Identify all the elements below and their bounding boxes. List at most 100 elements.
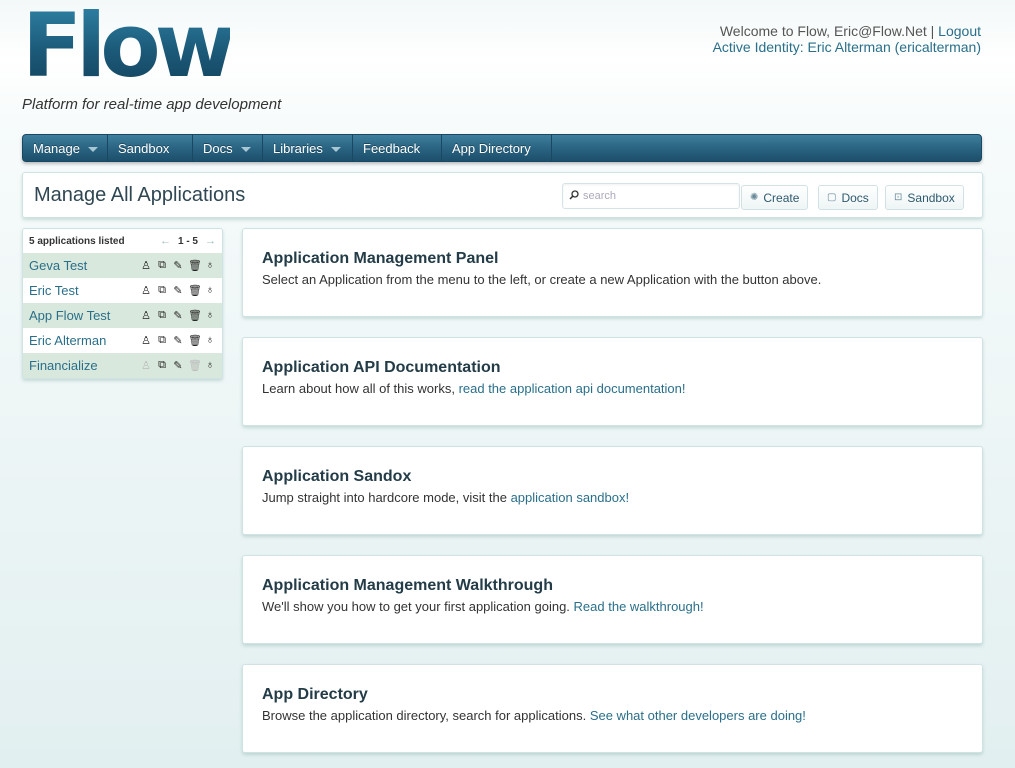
row-actions: ♙ ⧉ ✎ 🗑 ♁	[140, 309, 216, 322]
user-icon[interactable]: ♙	[140, 284, 152, 297]
lightbulb-icon[interactable]: ♁	[204, 309, 216, 322]
nav-manage[interactable]: Manage	[23, 135, 108, 161]
sandbox-link[interactable]: application sandbox!	[511, 490, 630, 505]
panel-title: Application Management Panel	[262, 250, 499, 267]
tagline: Platform for real-time app development	[22, 96, 282, 113]
nav-libraries[interactable]: Libraries	[263, 135, 353, 161]
lightbulb-icon[interactable]: ♁	[204, 259, 216, 272]
app-name[interactable]: Financialize	[29, 358, 140, 373]
panel-body: We'll show you how to get your first app…	[262, 599, 574, 614]
panel-body: Browse the application directory, search…	[262, 708, 590, 723]
user-icon[interactable]: ♙	[140, 334, 152, 347]
book-icon: ▢	[827, 192, 837, 203]
panel-body: Select an Application from the menu to t…	[262, 272, 822, 287]
nav-docs-label: Docs	[203, 140, 233, 156]
app-name[interactable]: Eric Alterman	[29, 333, 140, 348]
user-icon[interactable]: ♙	[140, 259, 152, 272]
edit-icon[interactable]: ✎	[172, 334, 184, 347]
list-item[interactable]: Financialize ♙ ⧉ ✎ 🗑 ♁	[23, 353, 222, 378]
row-actions: ♙ ⧉ ✎ 🗑 ♁	[140, 259, 216, 272]
nav-feedback-label: Feedback	[363, 140, 421, 156]
panel-body: Jump straight into hardcore mode, visit …	[262, 490, 511, 505]
copy-icon[interactable]: ⧉	[156, 284, 168, 297]
copy-icon[interactable]: ⧉	[156, 359, 168, 372]
copy-icon[interactable]: ⧉	[156, 334, 168, 347]
search-input[interactable]	[583, 190, 733, 202]
gear-icon: ✺	[750, 192, 759, 203]
nav-sandbox-label: Sandbox	[118, 140, 170, 156]
panel-text: We'll show you how to get your first app…	[262, 599, 963, 615]
docs-label: Docs	[841, 190, 869, 205]
panel-app-directory: App Directory Browse the application dir…	[242, 664, 983, 753]
nav-app-directory[interactable]: App Directory	[442, 135, 552, 161]
chevron-down-icon	[330, 146, 341, 152]
api-docs-link[interactable]: read the application api documentation!	[459, 381, 686, 396]
search-icon	[569, 187, 579, 205]
list-item[interactable]: Eric Test ♙ ⧉ ✎ 🗑 ♁	[23, 278, 222, 303]
chevron-down-icon	[240, 146, 251, 152]
edit-icon[interactable]: ✎	[172, 284, 184, 297]
create-button[interactable]: ✺ Create	[741, 185, 809, 210]
nav-feedback[interactable]: Feedback	[353, 135, 442, 161]
panel-title: Application API Documentation	[262, 359, 501, 376]
sandbox-label: Sandbox	[907, 190, 955, 205]
user-icon[interactable]: ♙	[140, 309, 152, 322]
nav-manage-label: Manage	[33, 140, 80, 156]
panel-body: Learn about how all of this works,	[262, 381, 459, 396]
next-arrow-icon[interactable]: →	[205, 235, 216, 247]
panel-api-docs: Application API Documentation Learn abou…	[242, 337, 983, 426]
page-title: Manage All Applications	[34, 184, 246, 206]
create-label: Create	[763, 190, 800, 205]
app-name[interactable]: Geva Test	[29, 258, 140, 273]
copy-icon[interactable]: ⧉	[156, 259, 168, 272]
nav-app-directory-label: App Directory	[452, 140, 531, 156]
row-actions: ♙ ⧉ ✎ 🗑 ♁	[140, 359, 216, 372]
title-bar: Manage All Applications ✺ Create ▢ Docs …	[22, 172, 983, 218]
nav-docs[interactable]: Docs	[193, 135, 263, 161]
prev-arrow-icon[interactable]: ←	[160, 235, 171, 247]
nav-sandbox[interactable]: Sandbox	[108, 135, 193, 161]
trash-icon[interactable]: 🗑	[188, 284, 202, 297]
docs-button[interactable]: ▢ Docs	[818, 185, 878, 210]
app-name[interactable]: App Flow Test	[29, 308, 140, 323]
separator: |	[930, 23, 935, 39]
edit-icon[interactable]: ✎	[172, 259, 184, 272]
list-item[interactable]: App Flow Test ♙ ⧉ ✎ 🗑 ♁	[23, 303, 222, 328]
panel-walkthrough: Application Management Walkthrough We'll…	[242, 555, 983, 644]
list-item[interactable]: Eric Alterman ♙ ⧉ ✎ 🗑 ♁	[23, 328, 222, 353]
trash-icon[interactable]: 🗑	[188, 309, 202, 322]
list-item[interactable]: Geva Test ♙ ⧉ ✎ 🗑 ♁	[23, 253, 222, 278]
nav-libraries-label: Libraries	[273, 140, 323, 156]
sandbox-button[interactable]: ⊡ Sandbox	[885, 185, 964, 210]
panel-text: Browse the application directory, search…	[262, 708, 963, 724]
app-directory-link[interactable]: See what other developers are doing!	[590, 708, 806, 723]
main-nav: Manage Sandbox Docs Libraries Feedback A…	[22, 134, 982, 162]
row-actions: ♙ ⧉ ✎ 🗑 ♁	[140, 334, 216, 347]
walkthrough-link[interactable]: Read the walkthrough!	[574, 599, 704, 614]
identity-link[interactable]: Eric Alterman (ericalterman)	[808, 39, 982, 55]
identity-line: Active Identity: Eric Alterman (ericalte…	[713, 39, 981, 55]
app-list-header: 5 applications listed ← 1 - 5 →	[23, 229, 222, 253]
row-actions: ♙ ⧉ ✎ 🗑 ♁	[140, 284, 216, 297]
trash-icon[interactable]: 🗑	[188, 334, 202, 347]
flow-logo[interactable]: Flow	[22, 2, 236, 90]
edit-icon[interactable]: ✎	[172, 359, 184, 372]
user-icon: ♙	[141, 360, 151, 372]
logout-link[interactable]: Logout	[938, 23, 981, 39]
lightbulb-icon[interactable]: ♁	[204, 334, 216, 347]
user-box: Welcome to Flow, Eric@Flow.Net | Logout …	[713, 23, 981, 55]
panel-management: Application Management Panel Select an A…	[242, 228, 983, 317]
app-list-sidebar: 5 applications listed ← 1 - 5 → Geva Tes…	[22, 228, 223, 379]
lightbulb-icon[interactable]: ♁	[204, 359, 216, 372]
search-box[interactable]	[562, 183, 740, 209]
identity-label: Active Identity:	[712, 39, 804, 55]
app-name[interactable]: Eric Test	[29, 283, 140, 298]
chevron-down-icon	[87, 146, 98, 152]
lightbulb-icon[interactable]: ♁	[204, 284, 216, 297]
panel-text: Jump straight into hardcore mode, visit …	[262, 490, 963, 506]
copy-icon[interactable]: ⧉	[156, 309, 168, 322]
app-count: 5 applications listed	[29, 235, 125, 247]
edit-icon[interactable]: ✎	[172, 309, 184, 322]
page-range: 1 - 5	[177, 235, 198, 247]
trash-icon[interactable]: 🗑	[188, 259, 202, 272]
